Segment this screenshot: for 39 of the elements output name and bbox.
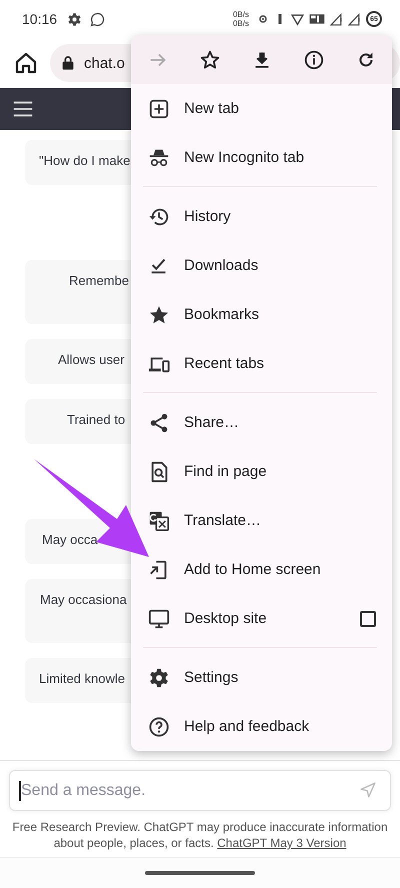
menu-item[interactable]: Bookmarks [131,290,392,339]
send-icon [359,781,377,799]
message-field[interactable]: Send a message. [9,770,391,811]
menu-item[interactable]: Desktop site [131,594,392,643]
monitor-icon [148,608,170,630]
network-speed: 0B/s [232,10,249,19]
menu-item[interactable]: Find in page [131,447,392,496]
menu-item[interactable]: Add to Home screen [131,545,392,594]
star-outline-icon [199,48,221,70]
house-icon [14,51,38,75]
menu-item[interactable]: New tab [131,84,392,133]
gear-icon [67,12,82,26]
chat-bubble-icon [90,12,106,26]
url-text: chat.o [84,54,125,72]
home-button[interactable] [14,51,38,75]
text-cursor [19,781,20,801]
help-icon [148,716,170,738]
network-speed: 0B/s [232,19,249,28]
menu-item[interactable]: Help and feedback [131,702,392,751]
lock-icon [60,55,76,71]
signal-icon [348,12,361,26]
menu-item[interactable]: Downloads [131,241,392,290]
info-icon [303,48,325,70]
history-icon [148,206,170,228]
wifi-icon [291,12,304,26]
menu-item[interactable]: Recent tabs [131,339,392,388]
disclaimer-text: Free Research Preview. ChatGPT may produce inaccurate information about people, places, or facts. ChatGPT May 3 Version [11,819,389,851]
clock-time: 10:16 [22,11,58,27]
plus-square-icon [148,98,170,120]
settings-icon [148,666,170,688]
menu-item[interactable]: History [131,192,392,241]
signal-icon [330,12,343,26]
menu-item[interactable]: New Incognito tab [131,133,392,182]
menu-item[interactable]: Share… [131,398,392,447]
share-icon [148,412,170,434]
checkbox[interactable] [360,610,376,626]
version-link[interactable]: ChatGPT May 3 Version [217,836,346,850]
translate-icon [148,510,170,532]
menu-item[interactable]: Settings [131,653,392,702]
